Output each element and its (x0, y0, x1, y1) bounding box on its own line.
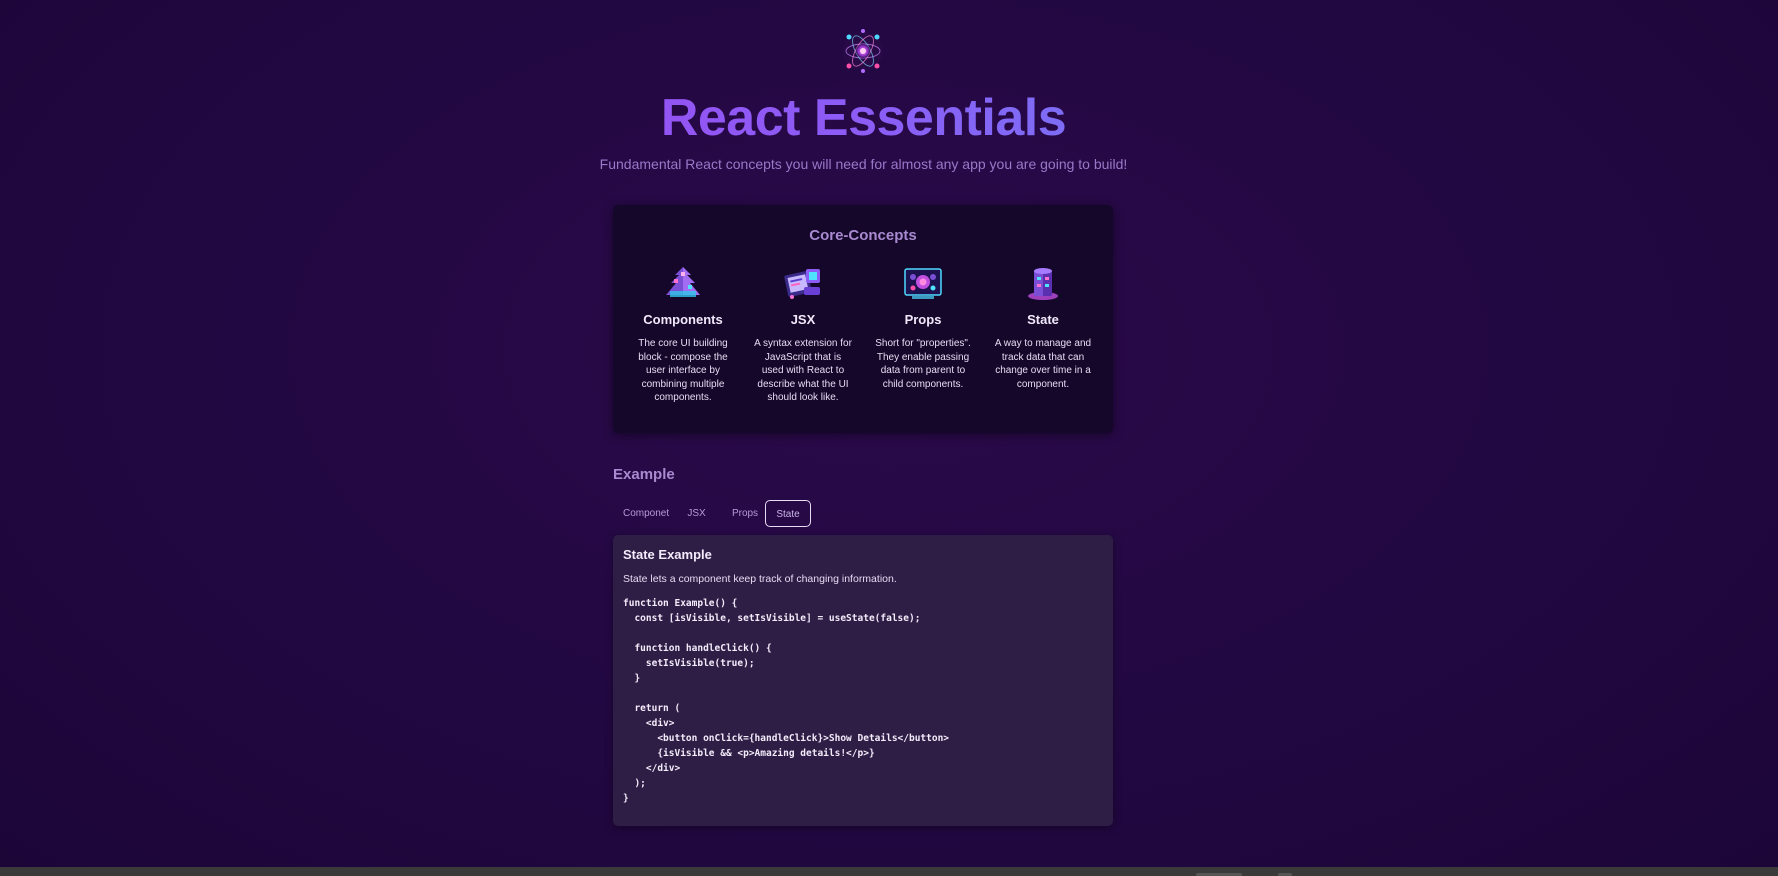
concept-description: A way to manage and track data that can … (994, 338, 1092, 390)
concept-description: The core UI building block - compose the… (638, 338, 728, 403)
concept-name: Props (904, 312, 942, 327)
bottom-bar (0, 867, 1778, 876)
concept-item-jsx: JSX A syntax extension for JavaScript th… (747, 263, 859, 405)
state-icon (1028, 268, 1058, 300)
tab-state[interactable]: State (765, 500, 811, 527)
tab-jsx[interactable]: JSX (675, 500, 718, 527)
props-icon (904, 268, 942, 299)
concept-item-components: Components The core UI building block - … (627, 263, 739, 405)
concept-item-state: State A way to manage and track data tha… (987, 263, 1099, 391)
components-icon (666, 267, 700, 297)
example-description: State lets a component keep track of cha… (623, 573, 897, 585)
tab-props[interactable]: Props (720, 500, 770, 527)
atom-icon (843, 29, 883, 73)
page-title: React Essentials (0, 88, 1727, 148)
example-heading: Example (613, 466, 675, 483)
concept-name: State (1027, 312, 1059, 327)
concept-item-props: Props Short for "properties". They enabl… (867, 263, 979, 391)
page-subtitle: Fundamental React concepts you will need… (599, 156, 1128, 172)
concept-name: JSX (790, 312, 816, 327)
concept-description: A syntax extension for JavaScript that i… (754, 338, 852, 403)
example-title: State Example (623, 547, 712, 562)
tab-component[interactable]: Componet (613, 500, 673, 527)
page: React Essentials Fundamental React conce… (0, 0, 1778, 876)
concept-name: Components (643, 312, 723, 327)
core-concepts-title: Core-Concepts (809, 227, 917, 244)
example-content: State Example State lets a component kee… (613, 535, 1113, 826)
concept-description: Short for "properties". They enable pass… (875, 338, 971, 390)
jsx-icon (784, 269, 820, 299)
core-concepts-section: Core-Concepts Components The core UI bui… (613, 205, 1113, 433)
code-block: function Example() { const [isVisible, s… (623, 598, 950, 804)
